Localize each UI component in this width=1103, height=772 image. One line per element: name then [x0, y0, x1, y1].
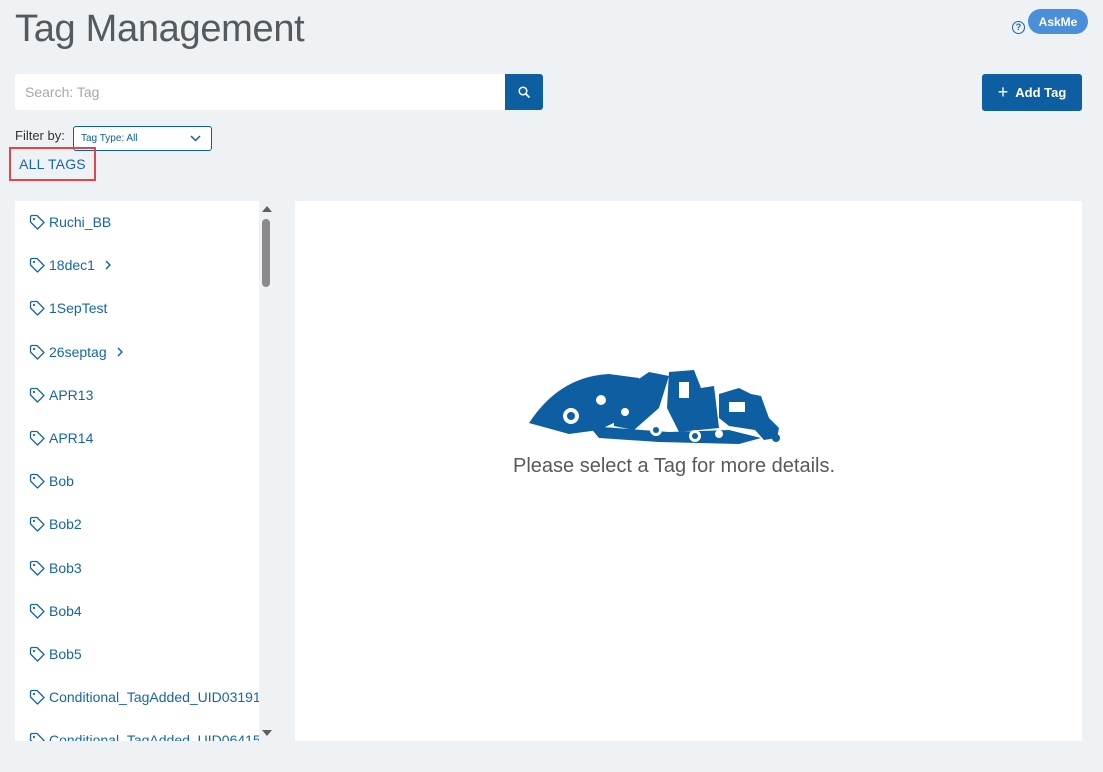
search-button[interactable] [505, 74, 543, 110]
plus-icon: + [997, 81, 1009, 102]
filter-selected-value: Tag Type: All [81, 133, 138, 144]
tag-details-panel: Please select a Tag for more details. [295, 201, 1082, 741]
tag-list-item-label: APR13 [49, 386, 94, 403]
tag-icon [29, 690, 45, 705]
tag-icon [29, 214, 45, 230]
tag-list-scrollbar[interactable] [259, 201, 275, 741]
askme-button[interactable]: AskMe [1028, 9, 1088, 34]
tag-icon [29, 387, 45, 403]
tag-icon [29, 560, 45, 576]
tag-list-item-label: Bob2 [49, 516, 82, 533]
tag-list-item-label: Ruchi_BB [49, 214, 112, 230]
add-tag-button[interactable]: + Add Tag [982, 74, 1082, 111]
tag-icon [29, 258, 45, 273]
tag-management-page: Tag Management ? AskMe + Add Tag Filter … [0, 0, 1103, 772]
scroll-down-arrow-icon[interactable] [262, 730, 272, 736]
help-icon[interactable]: ? [1012, 21, 1025, 34]
tag-icon [29, 301, 45, 317]
robot-mascot-icon [529, 370, 780, 444]
tag-list-item-label: Bob5 [49, 646, 82, 662]
tag-list-item-label: Conditional_TagAdded_UID06415 [49, 732, 259, 741]
tag-list-item[interactable]: Conditional_TagAdded_UID06415 [29, 730, 259, 741]
search-icon [518, 86, 530, 98]
search-input[interactable] [15, 74, 506, 110]
all-tags-link[interactable]: ALL TAGS [9, 147, 96, 181]
tag-icon [29, 474, 45, 489]
tag-list-item-label: 1SepTest [49, 300, 108, 317]
tag-list-item-label: 26septag [49, 343, 107, 360]
scroll-thumb[interactable] [262, 219, 270, 287]
tag-list-item[interactable]: Bob5 [29, 644, 82, 664]
chevron-down-icon [190, 135, 201, 142]
tag-list-item[interactable]: Conditional_TagAdded_UID03191 [29, 687, 259, 707]
tag-list-item[interactable]: 18dec1 [29, 255, 111, 275]
filter-label: Filter by: [15, 128, 65, 143]
tag-icon [29, 517, 45, 533]
tag-icon [29, 344, 45, 360]
tag-list-item-label: Conditional_TagAdded_UID03191 [49, 689, 259, 706]
chevron-right-icon[interactable] [117, 347, 123, 357]
tag-list-item-label: Bob4 [49, 602, 82, 619]
tag-list-item[interactable]: Bob4 [29, 601, 82, 621]
chevron-right-icon[interactable] [105, 260, 111, 270]
tag-icon [29, 733, 45, 741]
page-title: Tag Management [15, 8, 305, 50]
tag-icon [29, 646, 45, 662]
tag-list-item[interactable]: Bob3 [29, 558, 82, 578]
add-tag-label: Add Tag [1015, 85, 1067, 100]
tag-icon [29, 603, 45, 619]
tag-list: Ruchi_BB 18dec1 1SepTest 26septag APR13 APR14… [15, 201, 259, 741]
empty-state-message: Please select a Tag for more details. [512, 455, 836, 477]
tag-list-item-label: Bob3 [49, 559, 82, 576]
tag-icon [29, 430, 45, 446]
tag-list-item-label: APR14 [49, 430, 94, 446]
tag-list-item[interactable]: Bob2 [29, 514, 82, 534]
tag-list-item[interactable]: APR14 [29, 428, 93, 448]
tag-list-item-label: Bob [49, 473, 74, 490]
tag-list-item[interactable]: Bob [29, 471, 74, 491]
tag-list-item[interactable]: 1SepTest [29, 298, 107, 318]
tag-list-item[interactable]: APR13 [29, 385, 93, 405]
tag-list-item[interactable]: Ruchi_BB [29, 212, 111, 232]
tag-list-item[interactable]: 26septag [29, 342, 123, 362]
tag-list-item-label: 18dec1 [49, 257, 95, 274]
scroll-up-arrow-icon[interactable] [262, 206, 272, 212]
